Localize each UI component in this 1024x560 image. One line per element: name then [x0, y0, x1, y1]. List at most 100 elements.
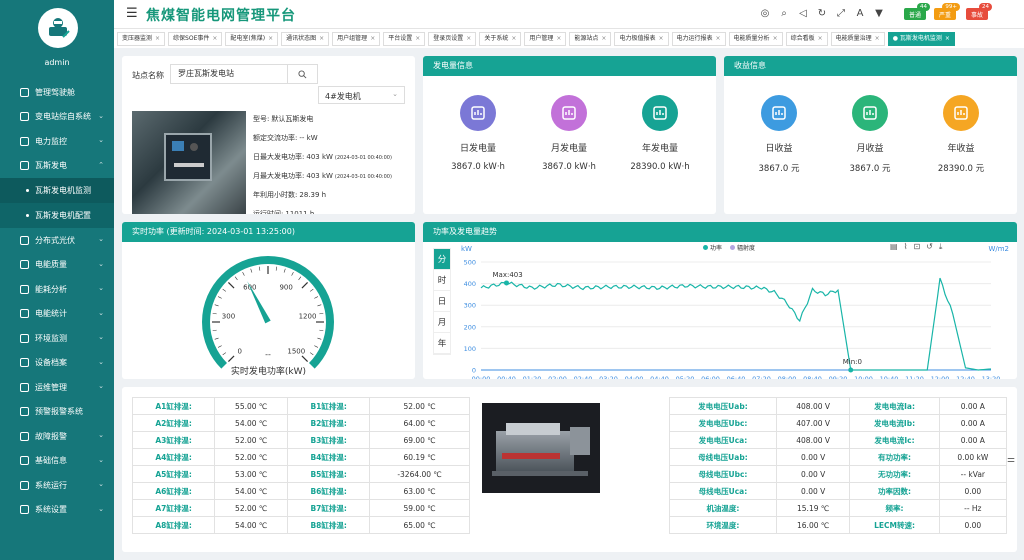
generator-select[interactable]: 4#发电机 ⌄: [318, 86, 405, 104]
elec-value: 0.00 A: [938, 431, 1008, 449]
sidebar-item-7[interactable]: 电能统计 ⌄: [0, 302, 114, 327]
search-icon[interactable]: ⌕: [778, 7, 790, 19]
station-select[interactable]: 罗庄瓦斯发电站: [170, 64, 318, 84]
lifebuoy-icon[interactable]: ◎: [759, 7, 771, 19]
close-icon[interactable]: ×: [415, 35, 420, 42]
x-tick-label: 00:00: [472, 375, 491, 379]
temp-value: 59.00 ℃: [369, 499, 470, 517]
close-icon[interactable]: ×: [370, 35, 375, 42]
sidebar-item-1[interactable]: 变电站综自系统 ⌄: [0, 105, 114, 130]
tab-2[interactable]: 配电室(焦煤) ×: [225, 31, 279, 46]
close-icon[interactable]: ×: [511, 35, 516, 42]
tab-7[interactable]: 关于系统 ×: [479, 31, 522, 46]
sidebar-subitem-1[interactable]: 瓦斯发电机配置: [0, 203, 114, 228]
close-icon[interactable]: ×: [658, 35, 663, 42]
tab-14[interactable]: 电能质量治理 ×: [830, 31, 885, 46]
close-icon[interactable]: ×: [875, 35, 880, 42]
elec-value: 15.19 ℃: [775, 499, 851, 517]
tab-0[interactable]: 变压器监测 ×: [117, 31, 166, 46]
sidebar-item-label: 运维管理: [35, 382, 67, 392]
sidebar-item-3[interactable]: 瓦斯发电 ⌃: [0, 154, 114, 179]
tab-10[interactable]: 电力极值报表 ×: [614, 31, 669, 46]
tab-4[interactable]: 用户组管理 ×: [332, 31, 381, 46]
tab-15[interactable]: ● 瓦斯发电机监测 ×: [887, 31, 955, 46]
x-tick-label: 12:40: [956, 375, 975, 379]
sidebar-item-14[interactable]: 系统运行 ⌄: [0, 473, 114, 498]
tab-1[interactable]: 综保SOE事件 ×: [168, 31, 223, 46]
stats-icon: [20, 309, 29, 319]
alarm-badge[interactable]: 事故 24: [966, 3, 992, 20]
close-icon[interactable]: ×: [319, 35, 324, 42]
tab-9[interactable]: 能源站点 ×: [569, 31, 612, 46]
sidebar-item-10[interactable]: 运维管理 ⌄: [0, 375, 114, 400]
tools-icon: [20, 382, 29, 392]
sidebar-item-6[interactable]: 能耗分析 ⌄: [0, 277, 114, 302]
x-tick-label: 08:40: [803, 375, 822, 379]
close-icon[interactable]: ×: [773, 35, 778, 42]
info-value: 11011 h: [285, 210, 315, 214]
temp-key: B4缸排温:: [287, 448, 371, 466]
table-row: 环境温度: 16.00 ℃ LECM转速: 0.00: [669, 516, 1008, 534]
menu-toggle-icon[interactable]: ☰: [126, 7, 138, 20]
fullscreen-icon[interactable]: ⤢: [835, 7, 847, 19]
sidebar-item-5[interactable]: 电能质量 ⌄: [0, 253, 114, 278]
money-bag-icon: [852, 95, 888, 131]
sidebar-item-8[interactable]: 环境监测 ⌄: [0, 326, 114, 351]
x-tick-label: 04:00: [625, 375, 644, 379]
search-icon[interactable]: [287, 65, 317, 83]
income-stat-0: 日收益 3867.0 元: [734, 95, 824, 174]
quality-icon: [20, 260, 29, 270]
tab-5[interactable]: 平台设置 ×: [383, 31, 426, 46]
x-tick-label: 10:00: [854, 375, 873, 379]
tab-13[interactable]: 综合看板 ×: [785, 31, 828, 46]
sidebar: admin 管理驾驶舱 变电站综自系统 ⌄ 电力监控 ⌄ 瓦斯发电 ⌃ 瓦斯发电机监测 瓦斯发电…: [0, 0, 114, 560]
close-icon[interactable]: ×: [212, 35, 217, 42]
refresh-icon[interactable]: ↻: [816, 7, 828, 19]
tab-6[interactable]: 登录页设置 ×: [428, 31, 477, 46]
font-icon[interactable]: A: [854, 7, 866, 19]
income-title: 收益信息: [724, 56, 1017, 76]
generation-title: 发电量信息: [423, 56, 716, 76]
close-icon[interactable]: ×: [268, 35, 273, 42]
tab-3[interactable]: 通讯状态图 ×: [281, 31, 330, 46]
income-stat-2: 年收益 28390.0 元: [916, 95, 1006, 174]
tab-11[interactable]: 电力运行报表 ×: [671, 31, 726, 46]
close-icon[interactable]: ×: [556, 35, 561, 42]
sidebar-item-2[interactable]: 电力监控 ⌄: [0, 129, 114, 154]
sidebar-item-11[interactable]: 预警报警系统: [0, 400, 114, 425]
volume-icon[interactable]: ◁: [797, 7, 809, 19]
info-row: 年利用小时数: 28.39 h: [253, 190, 413, 209]
close-icon[interactable]: ×: [466, 35, 471, 42]
sidebar-item-4[interactable]: 分布式光伏 ⌄: [0, 228, 114, 253]
alarm-badge[interactable]: 普通 44: [904, 3, 930, 20]
tab-label: 电力运行报表: [676, 34, 713, 42]
temp-key: A4缸排温:: [131, 448, 216, 466]
sidebar-item-label: 电能质量: [35, 260, 67, 270]
close-icon[interactable]: ×: [601, 35, 606, 42]
close-icon[interactable]: ×: [155, 35, 160, 42]
sidebar-item-15[interactable]: 系统设置 ⌄: [0, 498, 114, 523]
alarm-badge[interactable]: 严重 99+: [934, 3, 960, 20]
sidebar-item-9[interactable]: 设备档案 ⌄: [0, 351, 114, 376]
sidebar-item-13[interactable]: 基础信息 ⌄: [0, 449, 114, 474]
tab-label: 电能质量分析: [733, 34, 770, 42]
gauge-tick: [283, 268, 286, 273]
close-icon[interactable]: ×: [945, 35, 950, 42]
settings-slider-icon[interactable]: ⚌: [1007, 455, 1015, 465]
sidebar-item-12[interactable]: 故障报警 ⌄: [0, 424, 114, 449]
table-row: A7缸排温: 52.00 ℃ B7缸排温: 59.00 ℃: [131, 499, 470, 517]
gauge-tick: [242, 271, 245, 276]
table-row: A5缸排温: 53.00 ℃ B5缸排温: -3264.00 ℃: [131, 465, 470, 483]
gauge-tick: [317, 337, 322, 340]
tab-12[interactable]: 电能质量分析 ×: [728, 31, 783, 46]
sidebar-item-0[interactable]: 管理驾驶舱: [0, 80, 114, 105]
close-icon[interactable]: ×: [716, 35, 721, 42]
temp-value: 52.00 ℃: [214, 448, 289, 466]
tab-label: 变压器监测: [122, 34, 153, 42]
gauge-tick: [212, 329, 217, 332]
tab-8[interactable]: 用户管理 ×: [524, 31, 567, 46]
close-icon[interactable]: ×: [818, 35, 823, 42]
stat-value: 3867.0 kW·h: [451, 162, 505, 172]
sidebar-subitem-0[interactable]: 瓦斯发电机监测: [0, 178, 114, 203]
shirt-icon[interactable]: ▼: [873, 7, 885, 19]
